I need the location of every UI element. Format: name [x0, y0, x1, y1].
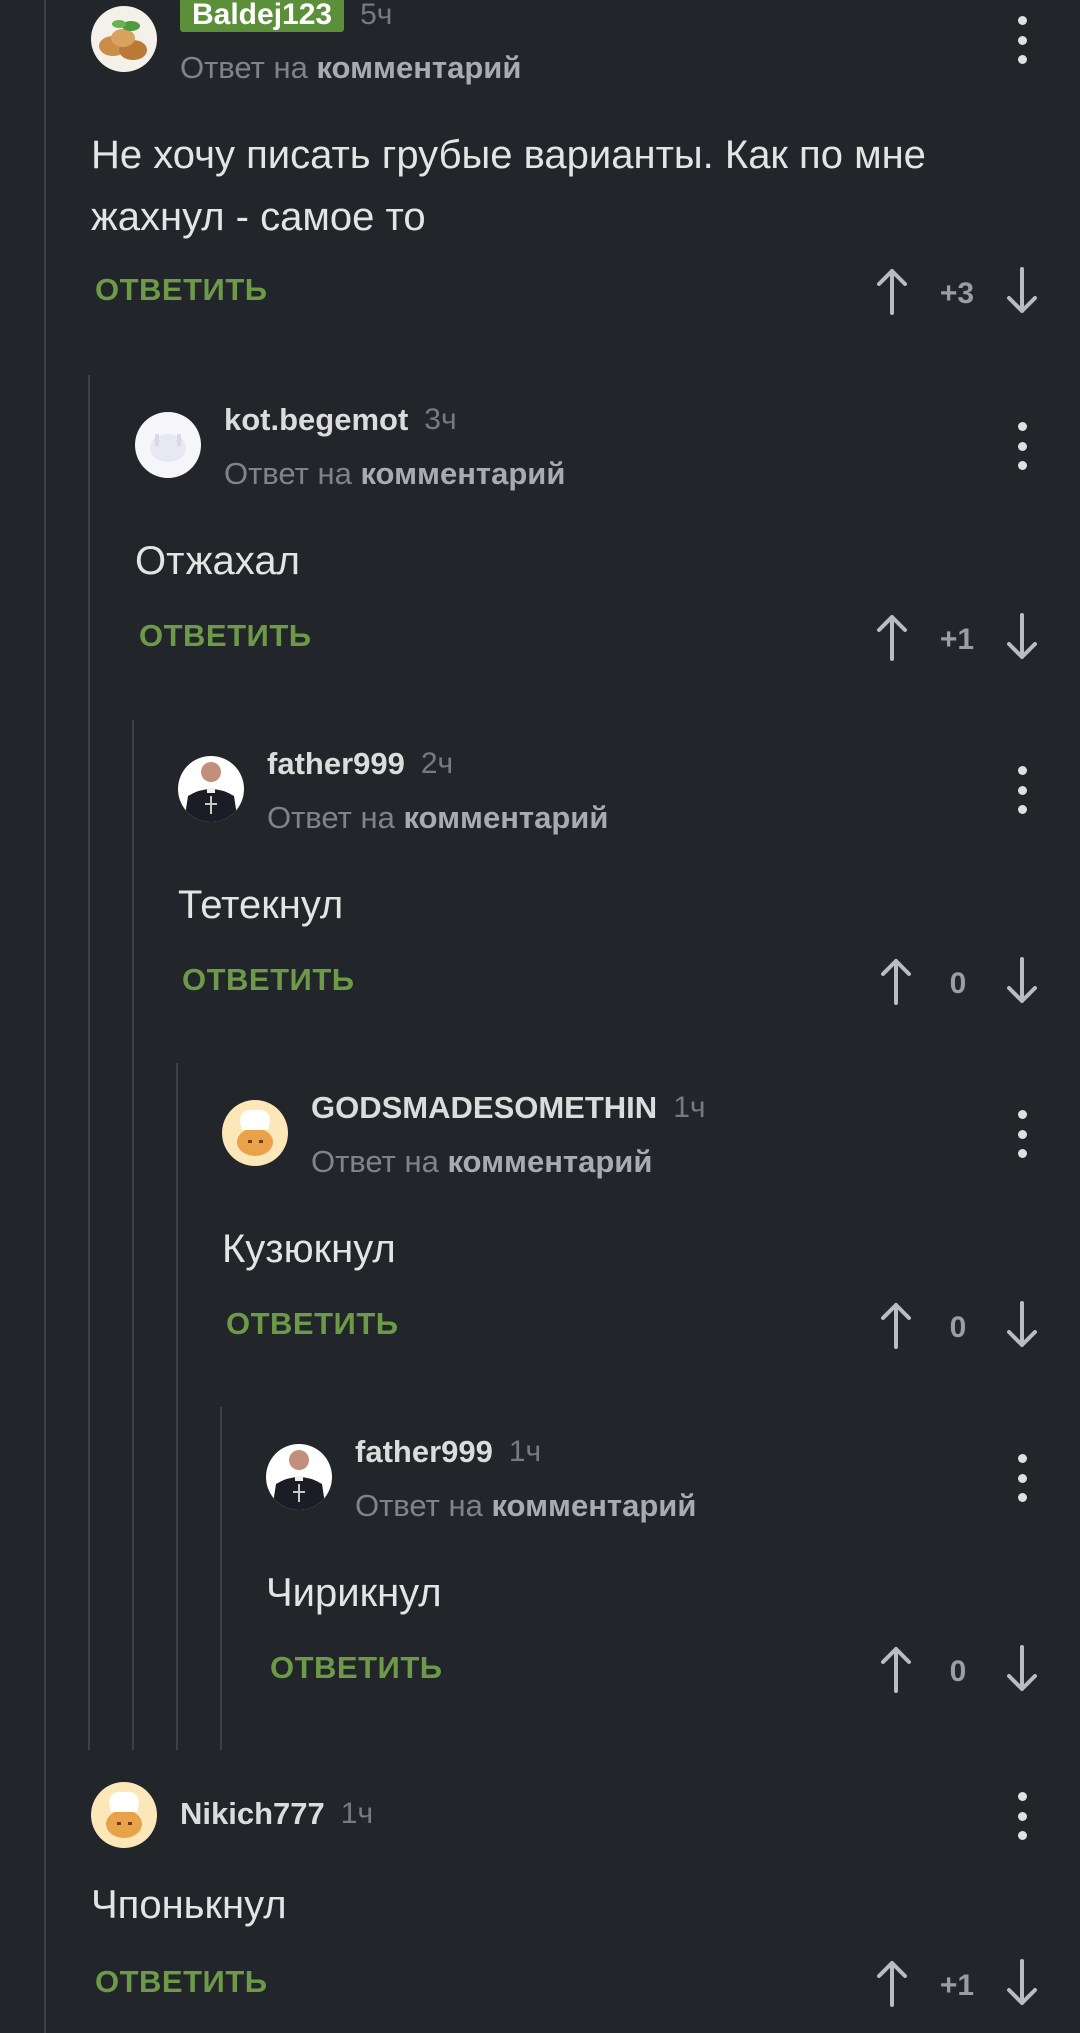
user-avatar[interactable] [91, 6, 157, 72]
more-options-icon[interactable] [1007, 1792, 1037, 1840]
thread-line-5 [220, 1407, 222, 1750]
comment-meta: Nikich777 1ч [180, 1796, 373, 1832]
white-avatar-icon [135, 412, 201, 478]
more-options-icon[interactable] [1007, 1110, 1037, 1158]
downvote-arrow-icon[interactable] [1005, 267, 1039, 315]
reply-button[interactable]: ОТВЕТИТЬ [270, 1650, 443, 1686]
comment-text: Не хочу писать грубые варианты. Как по м… [91, 124, 1071, 248]
comment-meta: father999 1ч [355, 1434, 541, 1470]
reply-button[interactable]: ОТВЕТИТЬ [95, 272, 268, 308]
upvote-arrow-icon[interactable] [879, 1645, 913, 1693]
reply-button[interactable]: ОТВЕТИТЬ [226, 1306, 399, 1342]
upvote-arrow-icon[interactable] [879, 957, 913, 1005]
priest-avatar-icon [266, 1444, 332, 1510]
reply-to-prefix: Ответ на [311, 1144, 439, 1179]
vote-score: 0 [949, 1655, 967, 1688]
username[interactable]: Baldej123 [180, 0, 345, 32]
comment-time: 3ч [424, 403, 457, 436]
vote-score: +1 [939, 623, 975, 656]
nuts-avatar-icon [91, 6, 157, 72]
vote-score: +3 [939, 277, 975, 310]
comment-meta: kot.begemot 3ч [224, 402, 457, 438]
reply-to-line: Ответ на комментарий [311, 1144, 652, 1180]
username[interactable]: Nikich777 [180, 1796, 325, 1832]
thread-line-1 [44, 0, 46, 2033]
more-options-icon[interactable] [1007, 1454, 1037, 1502]
thread-line-4 [176, 1063, 178, 1750]
user-avatar[interactable] [135, 412, 201, 478]
username[interactable]: father999 [267, 746, 405, 782]
user-avatar[interactable] [91, 1782, 157, 1848]
comment-text: Кузюкнул [222, 1227, 396, 1271]
reply-button[interactable]: ОТВЕТИТЬ [139, 618, 312, 654]
username[interactable]: kot.begemot [224, 402, 408, 438]
comment-text: Тетекнул [178, 883, 344, 927]
comment-text: Чпонькнул [91, 1883, 287, 1927]
user-avatar[interactable] [266, 1444, 332, 1510]
comment-meta: father999 2ч [267, 746, 453, 782]
more-options-icon[interactable] [1007, 16, 1037, 64]
comment-meta: Baldej123 5ч [180, 0, 392, 32]
reply-to-prefix: Ответ на [224, 456, 352, 491]
comment-text-line: Не хочу писать грубые варианты. Как по м… [91, 133, 926, 177]
downvote-arrow-icon[interactable] [1005, 957, 1039, 1005]
reply-to-line: Ответ на комментарий [224, 456, 565, 492]
more-options-icon[interactable] [1007, 422, 1037, 470]
username[interactable]: father999 [355, 1434, 493, 1470]
thread-line-3 [132, 720, 134, 1750]
comment-meta: GODSMADESOMETHIN 1ч [311, 1090, 706, 1126]
reply-to-prefix: Ответ на [355, 1488, 483, 1523]
reply-button[interactable]: ОТВЕТИТЬ [182, 962, 355, 998]
user-avatar[interactable] [222, 1100, 288, 1166]
vote-score: 0 [949, 1311, 967, 1344]
upvote-arrow-icon[interactable] [879, 1301, 913, 1349]
reply-to-link[interactable]: комментарий [403, 800, 608, 835]
more-options-icon[interactable] [1007, 766, 1037, 814]
comment-time: 1ч [340, 1797, 374, 1830]
comment-time: 1ч [673, 1091, 706, 1124]
downvote-arrow-icon[interactable] [1005, 1959, 1039, 2007]
upvote-arrow-icon[interactable] [875, 613, 909, 661]
reply-to-link[interactable]: комментарий [360, 456, 565, 491]
username[interactable]: GODSMADESOMETHIN [311, 1090, 657, 1126]
reply-to-link[interactable]: комментарий [447, 1144, 652, 1179]
comment-time: 2ч [420, 747, 454, 780]
upvote-arrow-icon[interactable] [875, 267, 909, 315]
comment-time: 5ч [360, 0, 393, 31]
comment-text: Отжахал [135, 539, 300, 583]
vote-score: 0 [949, 967, 967, 1000]
priest-avatar-icon [178, 756, 244, 822]
reply-to-prefix: Ответ на [267, 800, 395, 835]
upvote-arrow-icon[interactable] [875, 1959, 909, 2007]
reply-to-link[interactable]: комментарий [316, 50, 521, 85]
chef-avatar-icon [91, 1782, 157, 1848]
reply-to-line: Ответ на комментарий [267, 800, 608, 836]
user-avatar[interactable] [178, 756, 244, 822]
comment-time: 1ч [508, 1435, 542, 1468]
comment-text-line: жахнул - самое то [91, 195, 426, 239]
reply-button[interactable]: ОТВЕТИТЬ [95, 1964, 268, 2000]
reply-to-prefix: Ответ на [180, 50, 308, 85]
downvote-arrow-icon[interactable] [1005, 613, 1039, 661]
downvote-arrow-icon[interactable] [1005, 1645, 1039, 1693]
thread-line-2 [88, 375, 90, 1750]
reply-to-line: Ответ на комментарий [180, 50, 521, 86]
comment-text: Чирикнул [266, 1571, 442, 1615]
chef-avatar-icon [222, 1100, 288, 1166]
reply-to-line: Ответ на комментарий [355, 1488, 696, 1524]
reply-to-link[interactable]: комментарий [491, 1488, 696, 1523]
downvote-arrow-icon[interactable] [1005, 1301, 1039, 1349]
vote-score: +1 [939, 1969, 975, 2002]
